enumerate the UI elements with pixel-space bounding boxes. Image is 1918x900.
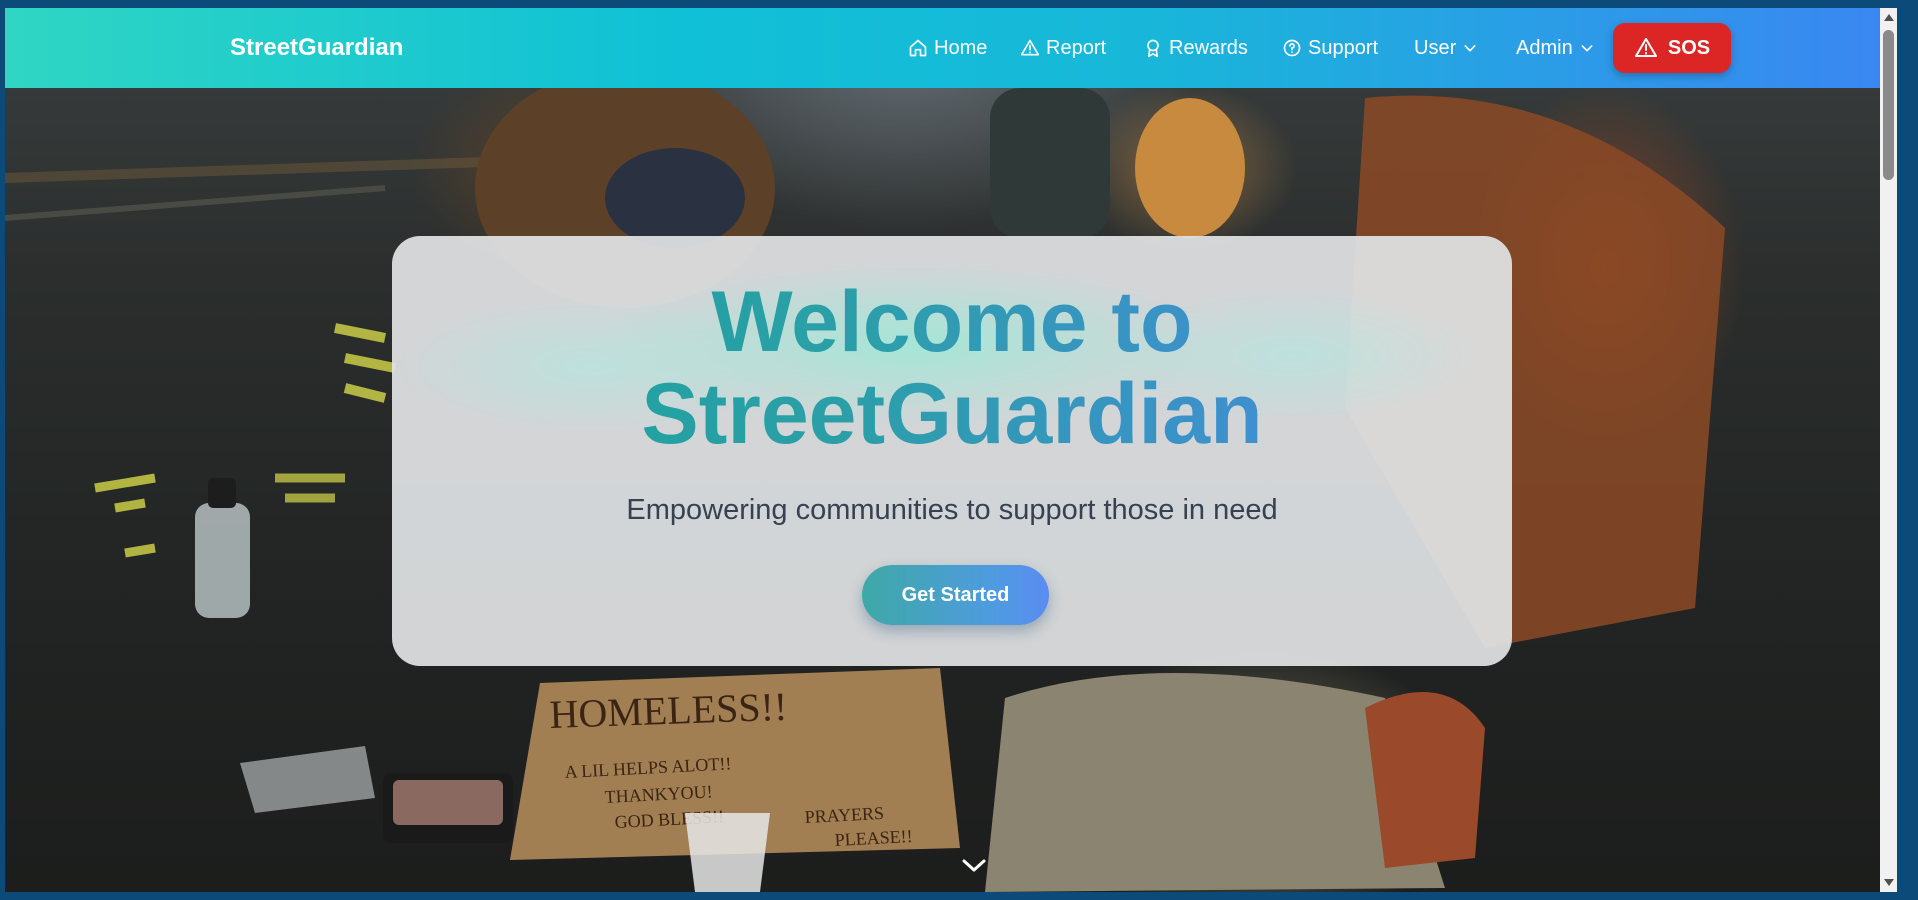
nav-support-label: Support [1308, 36, 1379, 59]
home-icon [909, 39, 927, 57]
hero-title: Welcome to StreetGuardian [392, 276, 1512, 460]
sos-button[interactable]: SOS [1613, 23, 1731, 73]
help-circle-icon [1283, 39, 1301, 57]
nav-admin-dropdown[interactable]: Admin [1516, 34, 1595, 62]
brand-logo[interactable]: StreetGuardian [230, 34, 403, 62]
svg-text:HOMELESS!!: HOMELESS!! [549, 684, 788, 737]
svg-text:PRAYERS: PRAYERS [804, 803, 884, 827]
chevron-down-icon [1581, 45, 1593, 52]
scroll-up-arrow-icon[interactable] [1884, 14, 1894, 21]
chevron-down-icon[interactable] [960, 856, 988, 876]
nav-report[interactable]: Report [1020, 34, 1106, 62]
nav-home[interactable]: Home [908, 34, 987, 62]
vertical-scrollbar[interactable] [1880, 8, 1897, 892]
award-icon [1147, 39, 1159, 58]
warning-triangle-icon [1020, 39, 1040, 56]
sos-label: SOS [1667, 36, 1711, 59]
top-navbar: StreetGuardian Home Report Rewards Suppo… [5, 8, 1897, 88]
hero-subtitle: Empowering communities to support those … [626, 494, 1278, 526]
svg-text:GOD BLESS!!: GOD BLESS!! [614, 806, 724, 832]
scroll-down-arrow-icon[interactable] [1884, 879, 1894, 886]
hero-welcome-card: Welcome to StreetGuardian Empowering com… [392, 236, 1512, 666]
chevron-down-icon [1464, 45, 1476, 52]
svg-text:PLEASE!!: PLEASE!! [834, 826, 913, 850]
browser-viewport: HOMELESS!! A LIL HELPS ALOT!! THANKYOU! … [5, 8, 1897, 892]
nav-home-label: Home [934, 36, 988, 59]
nav-rewards-label: Rewards [1169, 36, 1248, 59]
alert-triangle-icon [1634, 38, 1657, 57]
svg-text:A LIL HELPS ALOT!!: A LIL HELPS ALOT!! [564, 753, 732, 782]
nav-report-label: Report [1046, 36, 1107, 59]
svg-text:THANKYOU!: THANKYOU! [604, 781, 713, 807]
get-started-button[interactable]: Get Started [862, 565, 1049, 625]
nav-rewards[interactable]: Rewards [1143, 34, 1248, 62]
hero-title-line1: Welcome to [711, 274, 1193, 370]
nav-admin-label: Admin [1516, 36, 1573, 59]
hero-title-line2: StreetGuardian [641, 366, 1263, 462]
nav-user-dropdown[interactable]: User [1414, 34, 1478, 62]
nav-user-label: User [1414, 36, 1457, 59]
scroll-thumb[interactable] [1883, 30, 1894, 180]
nav-support[interactable]: Support [1282, 34, 1378, 62]
